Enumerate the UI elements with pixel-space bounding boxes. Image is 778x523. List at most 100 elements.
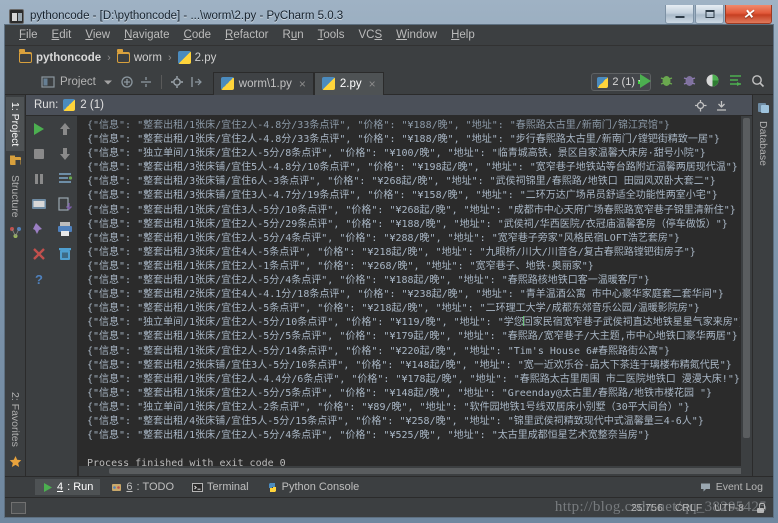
pause-button[interactable] bbox=[31, 171, 47, 187]
breadcrumb-item-worm[interactable]: worm bbox=[113, 49, 166, 65]
run-window-header: Run: 2 (1) bbox=[26, 95, 752, 116]
close-icon[interactable]: × bbox=[369, 77, 376, 91]
soft-wrap-button[interactable] bbox=[57, 171, 73, 187]
bottom-tab-python-console[interactable]: Python Console bbox=[260, 479, 367, 495]
menu-edit[interactable]: Edit bbox=[45, 27, 79, 43]
menu-refactor[interactable]: Refactor bbox=[218, 27, 275, 43]
console-line: {"信息": "整套出租/1张床/宜住2人-1条点评", "价格": "¥268… bbox=[87, 260, 594, 272]
run-button[interactable] bbox=[640, 73, 651, 88]
caret-position[interactable]: 25:756 bbox=[631, 502, 663, 514]
chevron-down-icon[interactable] bbox=[101, 75, 115, 89]
menu-help[interactable]: Help bbox=[444, 27, 482, 43]
close-button[interactable] bbox=[31, 246, 47, 262]
menu-bar: File Edit View Navigate Code Refactor Ru… bbox=[5, 25, 773, 46]
sidebar-item-database[interactable]: Database bbox=[754, 116, 772, 171]
bottom-tab-run[interactable]: 4: Run bbox=[35, 479, 101, 495]
close-button[interactable]: ✕ bbox=[725, 5, 772, 24]
memory-indicator[interactable] bbox=[11, 501, 26, 514]
up-arrow-button[interactable] bbox=[57, 121, 73, 137]
menu-code[interactable]: Code bbox=[177, 27, 219, 43]
sidebar-item-structure[interactable]: Structure bbox=[6, 170, 24, 223]
project-toolbar: Project bbox=[5, 74, 203, 89]
maximize-button[interactable] bbox=[695, 5, 724, 24]
expand-all-icon[interactable] bbox=[139, 75, 153, 89]
menu-vcs[interactable]: VCS bbox=[351, 27, 389, 43]
project-label: Project bbox=[60, 75, 96, 88]
minimize-button[interactable] bbox=[665, 5, 694, 24]
editor-tab-worm-1[interactable]: worm\1.py × bbox=[212, 71, 314, 95]
pin-tab-button[interactable] bbox=[31, 221, 47, 237]
python-icon bbox=[268, 482, 276, 492]
console-line: {"信息": "整套出租/1张床/宜住2人-5分/4条点评", "价格": "¥… bbox=[87, 275, 650, 287]
attach-process-icon[interactable] bbox=[728, 73, 743, 88]
python-config-icon bbox=[597, 76, 609, 88]
file-encoding[interactable]: UTF-8 bbox=[714, 502, 744, 514]
console-line: {"信息": "整套出租/1张床/宜住2人-5分/14条点评", "价格": "… bbox=[87, 345, 671, 357]
window-title: pythoncode - [D:\pythoncode] - ...\worm\… bbox=[30, 10, 344, 22]
hide-panel-icon[interactable] bbox=[189, 75, 203, 89]
debug-icon[interactable] bbox=[659, 73, 674, 88]
python-file-icon bbox=[321, 77, 335, 90]
print-button[interactable] bbox=[57, 221, 73, 237]
run-window-body: ? {"信息": "整套出租/1张床/宜住2人-4.8分/33条点评", "价格… bbox=[26, 116, 752, 476]
event-log-icon bbox=[700, 483, 710, 491]
stop-button[interactable] bbox=[31, 146, 47, 162]
console-horizontal-scrollbar[interactable] bbox=[79, 466, 749, 476]
bottom-tab-todo[interactable]: 6: TODO bbox=[104, 479, 181, 495]
status-bar: 25:756 CRLF UTF-8 http://blog.csdn.net/q… bbox=[5, 497, 773, 517]
console-line: {"信息": "独立单间/1张床/宜住2人-5分/8条点评", "价格": "¥… bbox=[87, 148, 706, 160]
clear-all-button[interactable] bbox=[57, 246, 73, 262]
menu-view[interactable]: View bbox=[78, 27, 117, 43]
menu-run[interactable]: Run bbox=[276, 27, 311, 43]
gear-icon[interactable] bbox=[170, 75, 184, 89]
console-output[interactable]: {"信息": "整套出租/1张床/宜住2人-4.8分/33条点评", "价格":… bbox=[78, 116, 752, 476]
window-controls: ✕ bbox=[665, 5, 772, 24]
lock-icon[interactable] bbox=[756, 502, 765, 513]
breadcrumb-label: pythoncode bbox=[36, 51, 102, 64]
text-caret bbox=[522, 316, 524, 327]
show-console-button[interactable] bbox=[31, 196, 47, 212]
sidebar-item-favorites[interactable]: 2: Favorites bbox=[6, 387, 24, 452]
close-icon[interactable]: × bbox=[299, 77, 306, 91]
bottom-tab-terminal[interactable]: Terminal bbox=[185, 479, 256, 495]
tool-tab-label: Database bbox=[757, 121, 769, 166]
run-actions-column: ? bbox=[26, 116, 52, 476]
hide-window-icon[interactable] bbox=[715, 99, 728, 112]
down-arrow-button[interactable] bbox=[57, 146, 73, 162]
gear-icon[interactable] bbox=[694, 99, 707, 112]
scrollbar-thumb[interactable] bbox=[743, 118, 750, 438]
menu-navigate[interactable]: Navigate bbox=[117, 27, 176, 43]
profile-icon[interactable] bbox=[705, 73, 720, 88]
coverage-icon[interactable] bbox=[682, 73, 697, 88]
todo-icon bbox=[112, 483, 122, 491]
run-window-title: Run: bbox=[34, 99, 59, 111]
database-icon bbox=[757, 103, 769, 113]
run-window-config: 2 (1) bbox=[80, 99, 104, 111]
run-window-actions bbox=[694, 99, 728, 112]
navigation-bar: pythoncode › worm › 2.py bbox=[5, 46, 773, 69]
run-tool-window: Run: 2 (1) ? {"信息": "整套出租/1张床/宜住2人-4.8分/… bbox=[26, 95, 752, 476]
help-button[interactable]: ? bbox=[31, 271, 47, 287]
console-line: {"信息": "整套出租/2张床/宜住4人-4.1分/18条点评", "价格":… bbox=[87, 289, 724, 301]
event-log-button[interactable]: Event Log bbox=[700, 481, 763, 493]
console-line: {"信息": "整套出租/1张床/宜住2人-5分/5条点评", "价格": "¥… bbox=[87, 331, 738, 343]
breadcrumb-item-file[interactable]: 2.py bbox=[174, 50, 221, 65]
breadcrumb-separator: › bbox=[107, 51, 111, 64]
menu-window[interactable]: Window bbox=[389, 27, 444, 43]
console-vertical-scrollbar[interactable] bbox=[741, 116, 752, 476]
breadcrumb-item-project[interactable]: pythoncode bbox=[15, 49, 105, 65]
project-view-icon[interactable] bbox=[41, 75, 55, 89]
scrollbar-thumb[interactable] bbox=[109, 468, 749, 474]
breadcrumb-separator: › bbox=[167, 51, 172, 64]
editor-tab-2py[interactable]: 2.py × bbox=[313, 71, 384, 95]
run-toolbar bbox=[640, 73, 765, 88]
export-to-file-button[interactable] bbox=[57, 196, 73, 212]
rerun-button[interactable] bbox=[31, 121, 47, 137]
menu-tools[interactable]: Tools bbox=[311, 27, 352, 43]
search-icon[interactable] bbox=[751, 74, 765, 88]
line-separator[interactable]: CRLF bbox=[675, 502, 702, 514]
python-file-icon bbox=[220, 77, 234, 90]
collapse-all-icon[interactable] bbox=[120, 75, 134, 89]
sidebar-item-project[interactable]: 1: Project bbox=[6, 97, 24, 152]
menu-file[interactable]: File bbox=[12, 27, 45, 43]
